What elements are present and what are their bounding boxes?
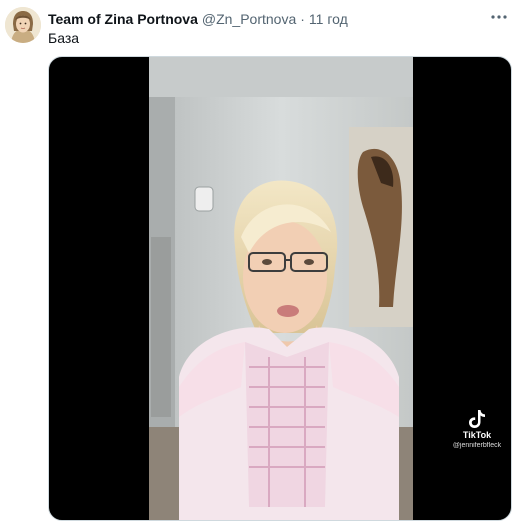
tweet[interactable]: Team of Zina Portnova @Zn_Portnova · 11 … — [0, 0, 518, 525]
avatar[interactable] — [5, 7, 41, 43]
tweet-header: Team of Zina Portnova @Zn_Portnova · 11 … — [48, 9, 488, 29]
tiktok-logo-icon — [469, 410, 485, 428]
tweet-text: База — [48, 30, 80, 46]
video-still — [149, 57, 413, 520]
timestamp[interactable]: 11 год — [309, 11, 348, 27]
tiktok-username: @jenniferbfleck — [452, 442, 502, 449]
more-button[interactable] — [488, 7, 510, 27]
separator-dot: · — [300, 11, 305, 27]
tiktok-brand: TikTok — [462, 430, 492, 440]
author-handle[interactable]: @Zn_Portnova — [202, 11, 296, 27]
video-frame — [149, 57, 413, 520]
author-name[interactable]: Team of Zina Portnova — [48, 11, 198, 27]
video-player[interactable]: TikTok @jenniferbfleck — [48, 56, 512, 521]
avatar-image — [5, 7, 41, 43]
more-horizontal-icon — [491, 15, 507, 19]
tiktok-watermark: TikTok @jenniferbfleck — [447, 409, 507, 449]
